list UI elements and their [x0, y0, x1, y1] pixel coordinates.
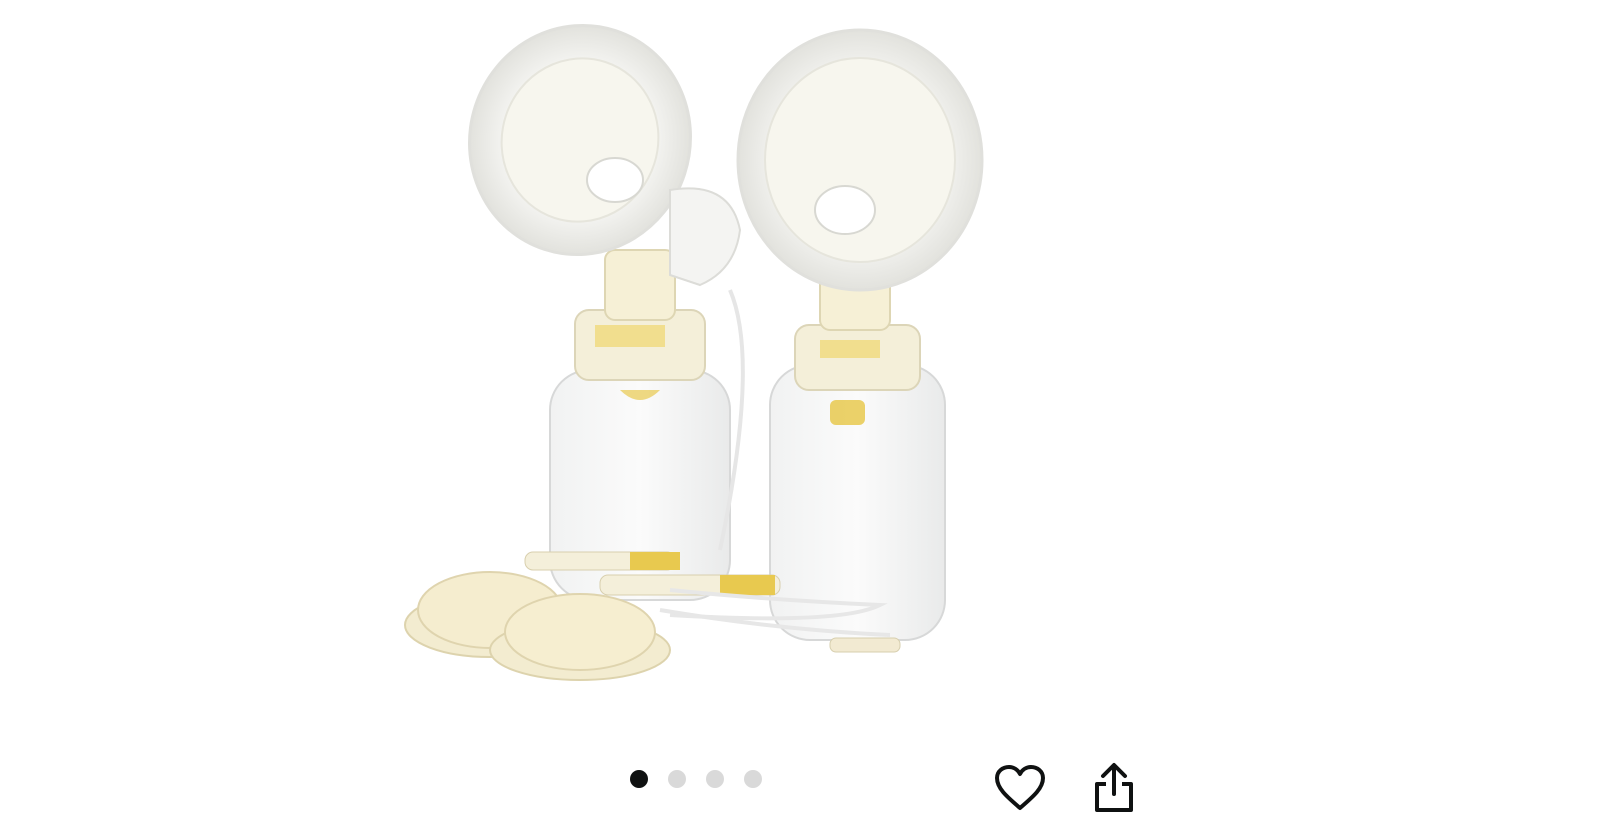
- share-icon: [1095, 763, 1133, 812]
- heart-icon: [995, 765, 1045, 810]
- share-button[interactable]: [1086, 760, 1142, 816]
- product-photo[interactable]: [400, 10, 1020, 700]
- product-image-viewer: [0, 0, 1600, 820]
- carousel-dot-3[interactable]: [706, 770, 724, 788]
- carousel-dot-2[interactable]: [668, 770, 686, 788]
- carousel-dot-4[interactable]: [744, 770, 762, 788]
- image-carousel-indicator[interactable]: [630, 770, 762, 788]
- right-breast-shield: [736, 28, 984, 292]
- left-bottle: [549, 249, 731, 601]
- right-bottle: [769, 264, 946, 641]
- left-breast-shield: [468, 23, 742, 287]
- carousel-dot-1[interactable]: [630, 770, 648, 788]
- add-to-wishlist-button[interactable]: [992, 760, 1048, 816]
